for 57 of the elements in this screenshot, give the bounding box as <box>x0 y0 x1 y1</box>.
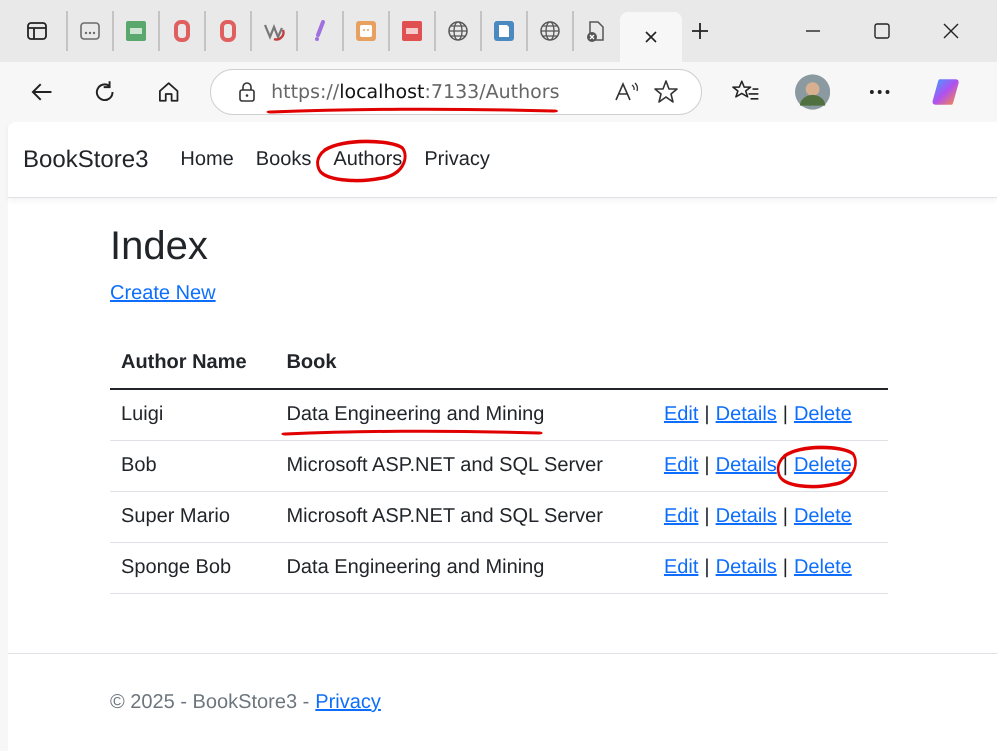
lock-icon <box>237 81 258 103</box>
tab-actions-icon[interactable] <box>26 20 48 42</box>
nav-link[interactable]: Books <box>256 148 312 171</box>
create-new-link[interactable]: Create New <box>110 282 216 304</box>
close-icon[interactable] <box>643 29 659 45</box>
table-cell-text: Data Engineering and Mining <box>286 403 544 427</box>
action-link[interactable]: Edit <box>664 403 698 425</box>
nav-link[interactable]: Authors <box>333 148 402 170</box>
address-bar[interactable]: https://localhost:7133/Authors <box>210 69 702 115</box>
table-cell-text: Microsoft ASP.NET and SQL Server <box>286 454 603 478</box>
action-link[interactable]: Details <box>716 556 777 578</box>
separator: | <box>704 403 710 425</box>
table-cell: Bob <box>110 440 276 492</box>
table-cell: Luigi <box>110 389 276 440</box>
url-text: https://localhost:7133/Authors <box>271 81 560 103</box>
star-icon[interactable] <box>652 79 679 105</box>
table-cell-text: Microsoft ASP.NET and SQL Server <box>286 505 603 529</box>
separator: | <box>704 556 710 578</box>
brand-link[interactable]: BookStore3 <box>23 146 148 174</box>
action-link[interactable]: Edit <box>664 505 698 527</box>
new-tab-icon[interactable] <box>690 21 710 41</box>
globe-icon <box>539 20 561 42</box>
footer-text: © 2025 - BookStore3 - <box>110 691 310 714</box>
globe-icon <box>447 20 469 42</box>
column-header: Author Name <box>110 339 276 389</box>
column-header: Book <box>275 339 655 389</box>
ring-icon <box>217 20 239 42</box>
separator: | <box>782 505 788 527</box>
table-cell-text: Data Engineering and Mining <box>286 556 544 580</box>
nav-link[interactable]: Privacy <box>424 148 490 171</box>
separator: | <box>704 454 710 476</box>
ring-icon <box>171 20 193 42</box>
note-icon <box>493 20 515 42</box>
table-cell: Sponge Bob <box>110 542 276 594</box>
document-icon <box>585 20 607 42</box>
separator: | <box>782 403 788 425</box>
separator: | <box>782 556 788 578</box>
action-link[interactable]: Details <box>716 505 777 527</box>
action-link[interactable]: Details <box>716 454 777 476</box>
action-link[interactable]: Delete <box>794 454 852 476</box>
page-heading: Index <box>110 224 209 268</box>
favicon-icon <box>401 20 423 42</box>
action-link[interactable]: Delete <box>794 556 852 578</box>
separator: | <box>704 505 710 527</box>
app-icon <box>79 20 101 42</box>
separator: | <box>782 454 788 476</box>
favicon-icon <box>125 20 147 42</box>
avatar-icon[interactable] <box>795 74 830 110</box>
nav-link[interactable]: Home <box>180 148 234 171</box>
footer-link[interactable]: Privacy <box>315 691 381 714</box>
action-link[interactable]: Details <box>716 403 777 425</box>
action-link[interactable]: Edit <box>664 556 698 578</box>
table-cell: Super Mario <box>110 492 276 542</box>
action-link[interactable]: Delete <box>794 505 852 527</box>
action-link[interactable]: Edit <box>664 454 698 476</box>
favicon-icon <box>355 20 377 42</box>
action-link[interactable]: Delete <box>794 403 852 425</box>
